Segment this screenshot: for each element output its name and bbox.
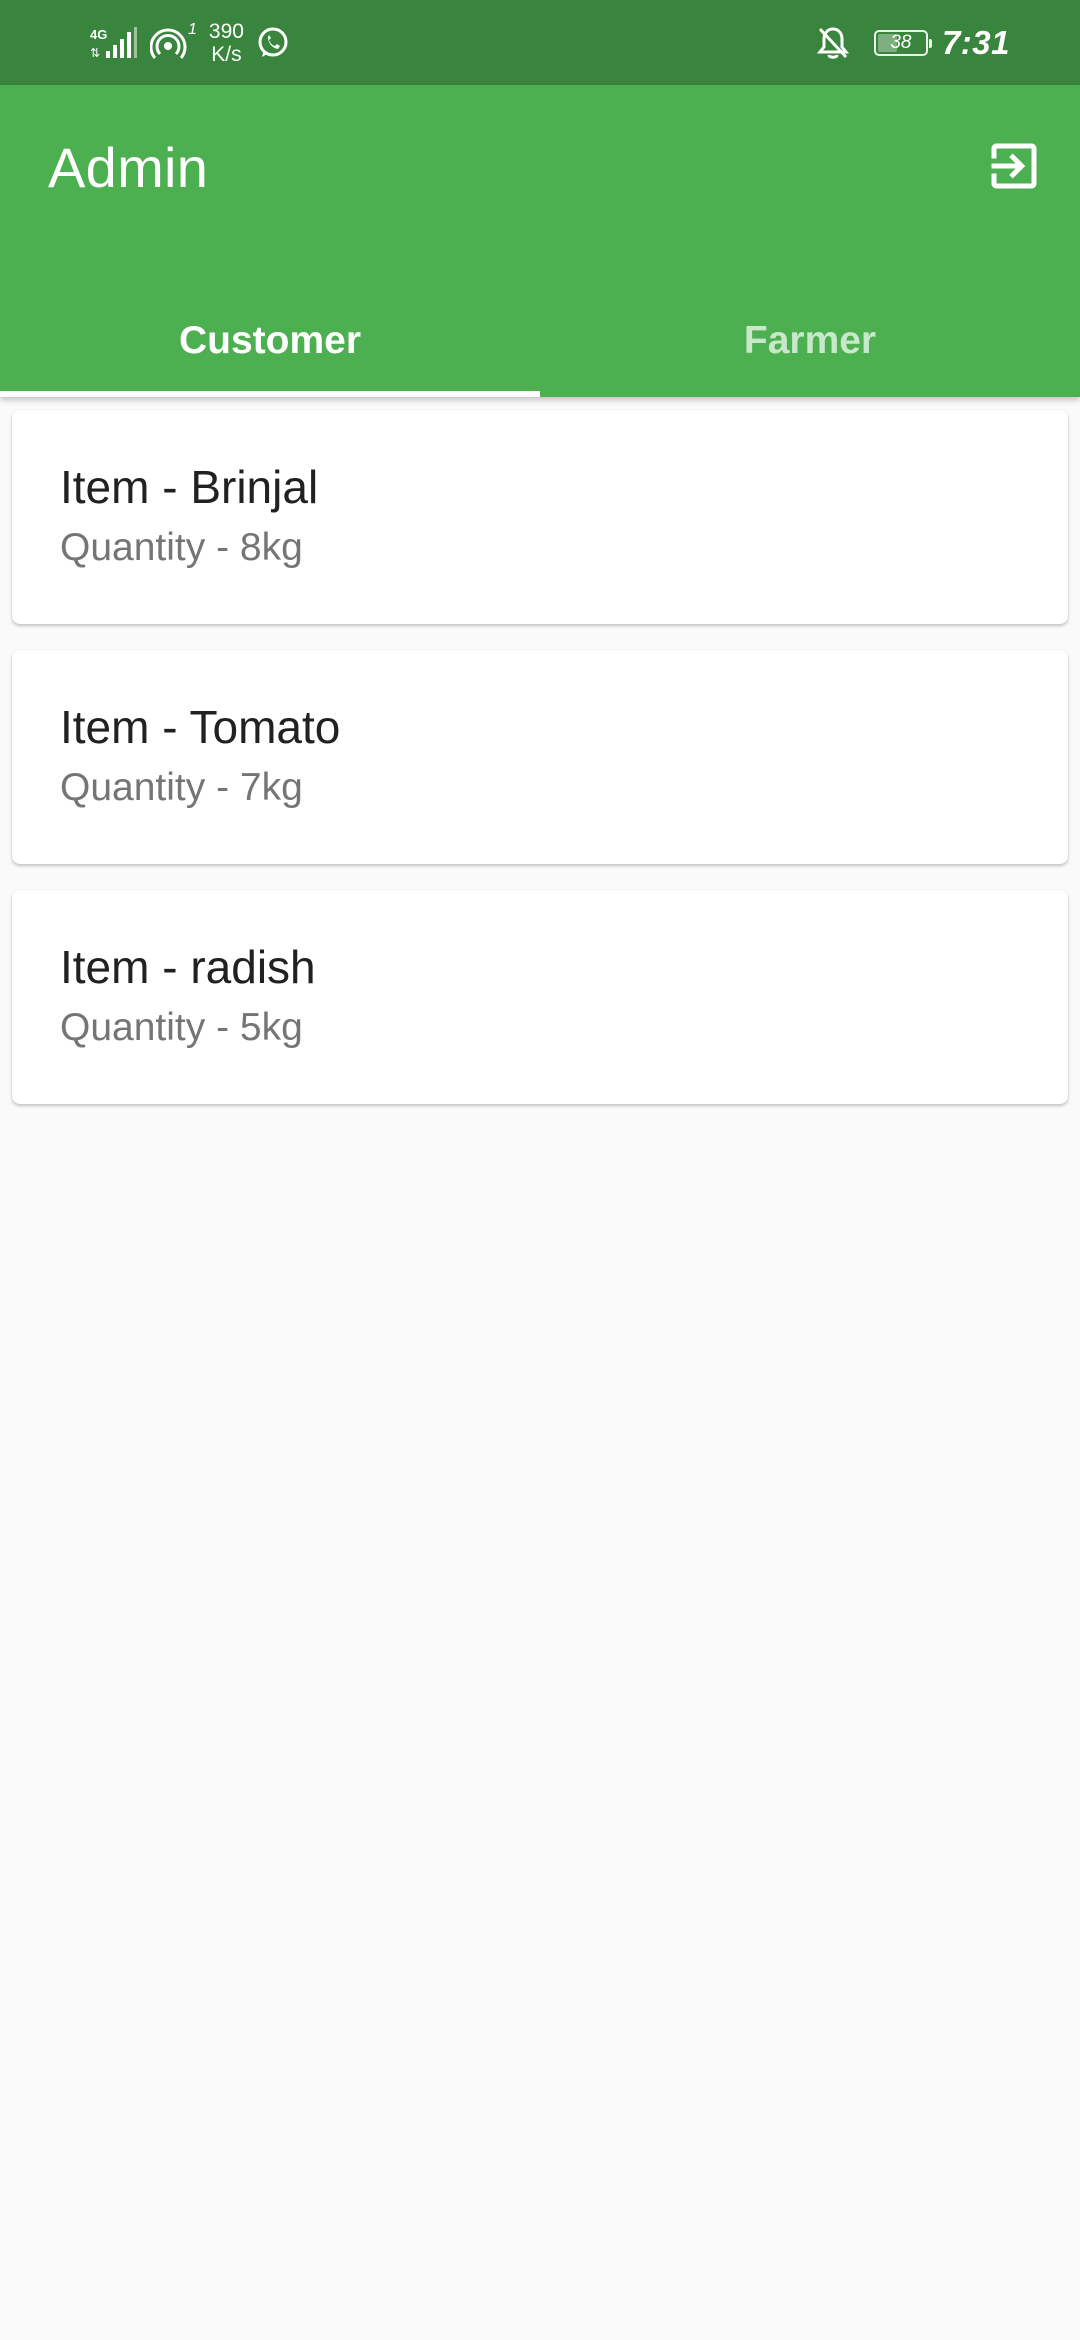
item-title: Item - Brinjal [60, 461, 319, 513]
list-item[interactable]: Item - Tomato Quantity - 7kg [12, 650, 1068, 864]
battery-tip [928, 39, 932, 48]
status-right: 38 7:31 [816, 14, 1010, 72]
hotspot-count: 1 [188, 21, 197, 38]
logout-icon [991, 143, 1037, 189]
tab-bar: Customer Farmer [0, 285, 1080, 397]
tab-farmer-label: Farmer [743, 319, 877, 362]
item-title: Item - Tomato [60, 701, 341, 753]
tab-customer[interactable]: Customer [0, 285, 540, 397]
list-item[interactable]: Item - Brinjal Quantity - 8kg [12, 410, 1068, 624]
network-speed: 390 K/s [209, 20, 244, 66]
item-quantity: Quantity - 7kg [60, 766, 303, 809]
list-item[interactable]: Item - radish Quantity - 5kg [12, 890, 1068, 1104]
bell-off-icon [816, 25, 850, 61]
svg-text:4G: 4G [90, 27, 107, 42]
tab-farmer[interactable]: Farmer [540, 285, 1080, 397]
page-title: Admin [48, 136, 209, 199]
item-quantity: Quantity - 5kg [60, 1006, 303, 1049]
status-time: 7:31 [941, 24, 1010, 61]
app-bar: Admin Customer Farmer [0, 85, 1080, 397]
svg-text:⇅: ⇅ [90, 46, 100, 60]
speed-value: 390 [208, 20, 244, 43]
whatsapp-icon [256, 26, 290, 60]
tab-customer-label: Customer [178, 319, 362, 362]
item-title: Item - radish [60, 941, 316, 993]
logout-button[interactable] [976, 128, 1052, 204]
item-quantity: Quantity - 8kg [60, 526, 303, 569]
tab-indicator [0, 391, 540, 397]
item-list: Item - Brinjal Quantity - 8kg Item - Tom… [12, 410, 1068, 1130]
status-left: 4G ⇅ 1 390 K/s [88, 14, 290, 72]
status-bar: 4G ⇅ 1 390 K/s 38 7:31 [0, 0, 1080, 85]
speed-unit: K/s [211, 43, 242, 66]
battery-icon: 38 [873, 30, 932, 56]
signal-icon: 4G ⇅ [88, 25, 140, 61]
battery-level: 38 [890, 32, 912, 53]
